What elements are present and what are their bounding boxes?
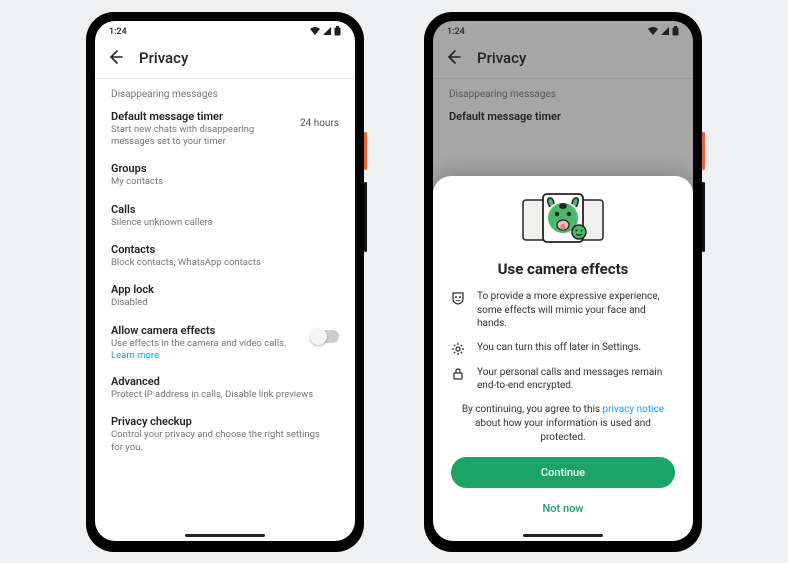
back-icon[interactable] [445,49,461,68]
nav-handle[interactable] [523,534,603,537]
camera-effects-toggle[interactable] [311,330,339,343]
item-default-timer[interactable]: Default message timer Start new chats wi… [111,110,339,149]
battery-icon [334,26,341,39]
bullet-settings: You can turn this off later in Settings. [451,341,675,356]
signal-icon [323,27,331,38]
phone-right: 1:24 Privacy Disappearing messages [424,12,702,552]
learn-more-link[interactable]: Learn more [111,350,339,361]
bullet-encrypted: Your personal calls and messages remain … [451,366,675,393]
item-advanced[interactable]: Advanced Protect IP address in calls, Di… [111,375,339,401]
status-time: 1:24 [447,27,465,37]
mask-icon [451,290,465,305]
bullet-expressive: To provide a more expressive experience,… [451,290,675,331]
sheet-title: Use camera effects [451,260,675,278]
consent-text: By continuing, you agree to this privacy… [455,403,671,445]
continue-button[interactable]: Continue [451,457,675,488]
item-camera-effects[interactable]: Allow camera effects Use effects in the … [111,324,339,361]
status-bar: 1:24 [95,21,355,41]
not-now-button[interactable]: Not now [451,496,675,521]
phone-left: 1:24 Privacy Disappearing messages [86,12,364,552]
lock-icon [451,366,465,381]
camera-effects-sheet: Use camera effects To provide a more exp… [433,176,693,541]
item-app-lock[interactable]: App lock Disabled [111,283,339,309]
nav-handle[interactable] [185,534,265,537]
privacy-notice-link[interactable]: privacy notice [603,404,665,415]
header: Privacy [433,41,693,79]
status-time: 1:24 [109,27,127,37]
item-groups[interactable]: Groups My contacts [111,162,339,188]
battery-icon [672,26,679,39]
item-privacy-checkup[interactable]: Privacy checkup Control your privacy and… [111,415,339,454]
status-bar: 1:24 [433,21,693,41]
back-icon[interactable] [107,49,123,68]
signal-icon [661,27,669,38]
gear-icon [451,341,465,356]
wifi-icon [648,27,658,38]
page-title: Privacy [477,49,526,67]
timer-value: 24 hours [300,118,339,129]
wifi-icon [310,27,320,38]
sheet-illustration [451,192,675,248]
section-label: Disappearing messages [111,89,339,100]
header: Privacy [95,41,355,79]
item-calls[interactable]: Calls Silence unknown callers [111,203,339,229]
item-contacts[interactable]: Contacts Block contacts, WhatsApp contac… [111,243,339,269]
page-title: Privacy [139,49,188,67]
